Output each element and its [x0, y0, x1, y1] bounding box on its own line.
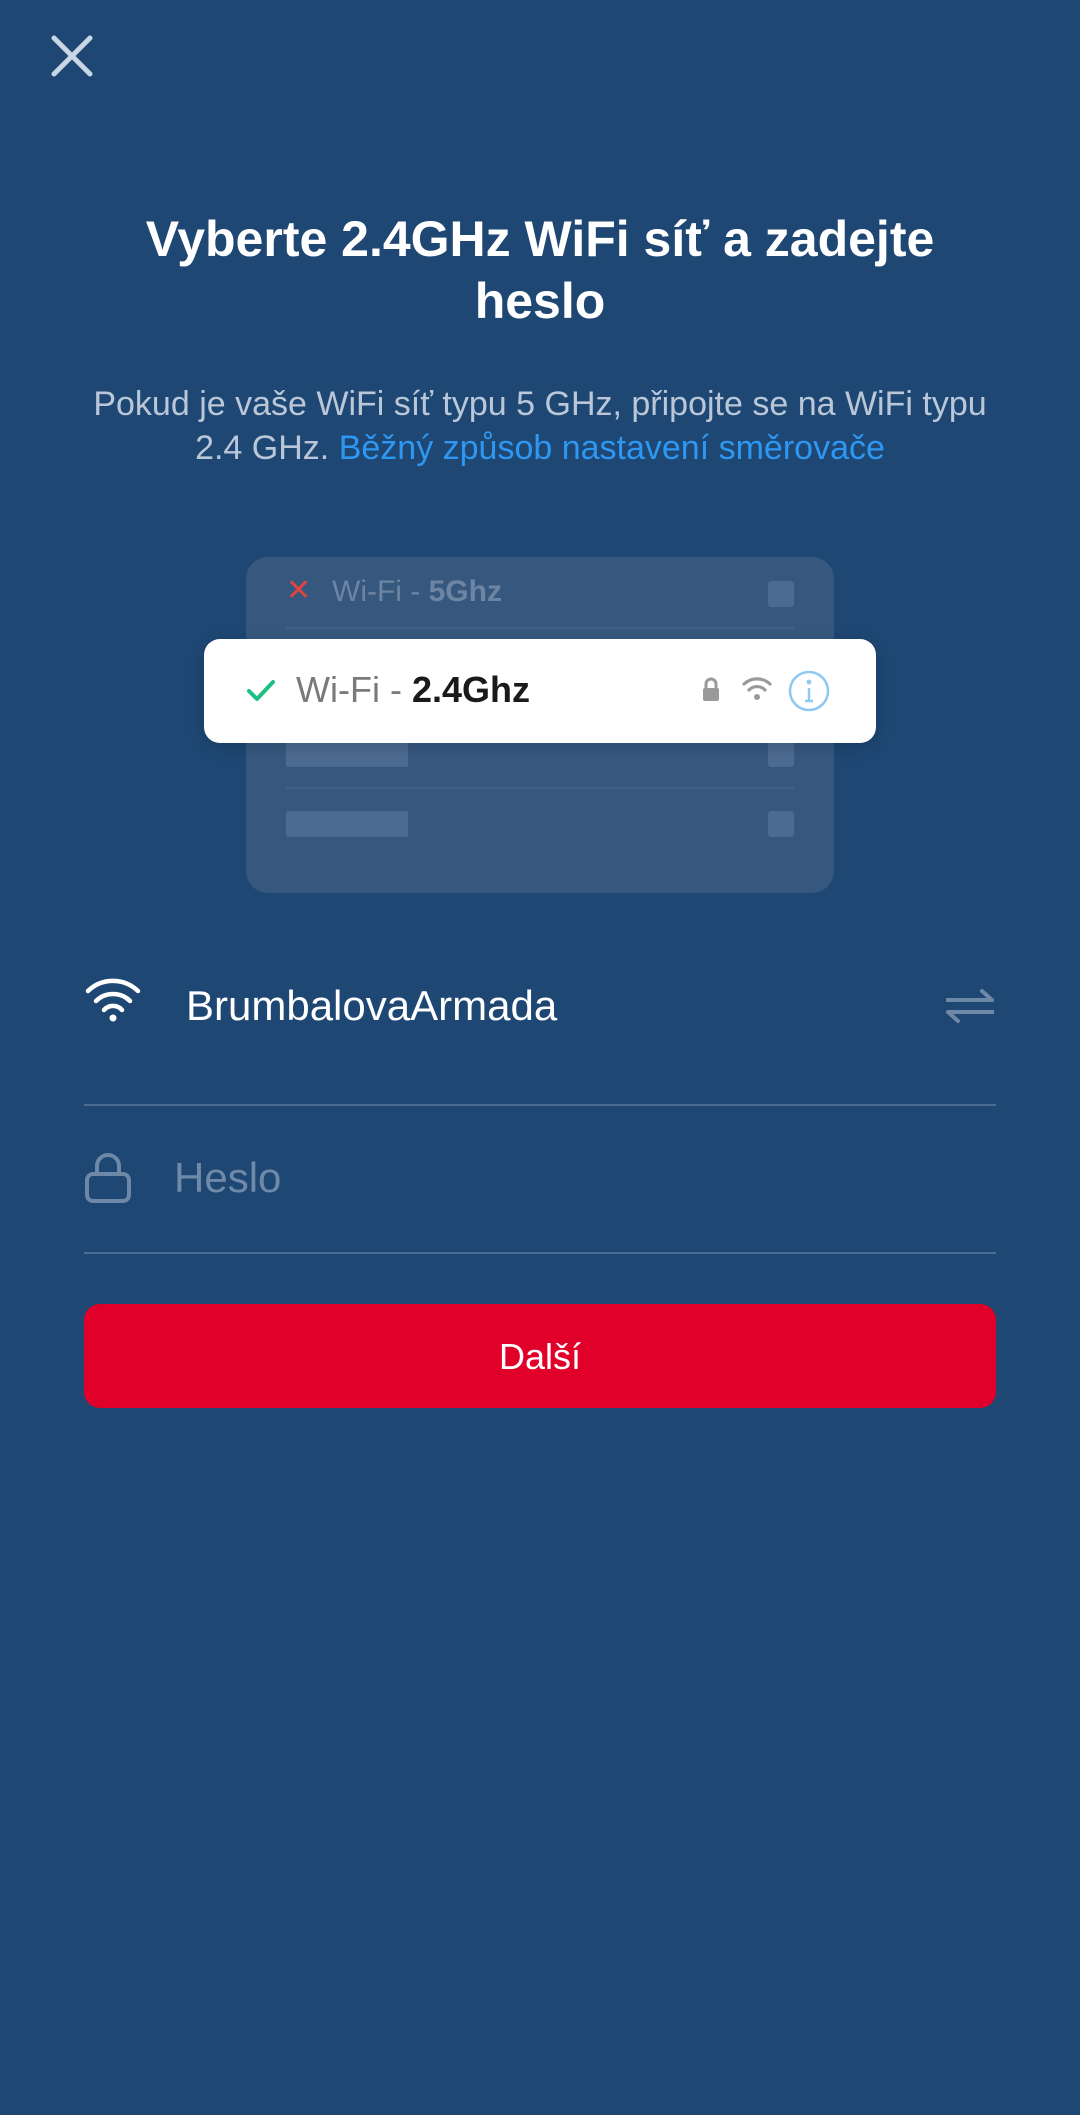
network-name: BrumbalovaArmada: [186, 982, 558, 1029]
lock-icon: [703, 677, 719, 701]
illustration-row-5ghz-label: Wi-Fi - 5Ghz: [332, 575, 502, 609]
x-icon: ✕: [286, 574, 312, 607]
illustration-row-5ghz: ✕ Wi-Fi - 5Ghz: [286, 557, 794, 629]
close-icon: [51, 35, 93, 77]
password-field-row: [84, 1106, 996, 1254]
router-setup-link[interactable]: Běžný způsob nastavení směrovače: [339, 429, 885, 467]
illustration-row-24ghz: Wi-Fi - 2.4Ghz: [204, 639, 876, 743]
band-24ghz: 2.4Ghz: [411, 669, 530, 710]
band-5ghz: 5Ghz: [428, 575, 502, 608]
illustration-row-24ghz-label: Wi-Fi - 2.4Ghz: [296, 669, 530, 711]
wifi-icon: [85, 978, 141, 1022]
wifi-prefix-5: Wi-Fi -: [332, 575, 429, 608]
wifi-setup-screen: Vyberte 2.4GHz WiFi síť a zadejte heslo …: [0, 0, 1080, 2115]
info-icon: [788, 670, 830, 712]
next-button[interactable]: Další: [84, 1304, 996, 1408]
wifi-prefix-24: Wi-Fi -: [296, 669, 412, 710]
network-selector[interactable]: BrumbalovaArmada: [84, 960, 996, 1106]
password-input[interactable]: [172, 1142, 976, 1214]
wifi-signal-icon: [742, 677, 772, 700]
illustration-row-placeholder: [286, 787, 794, 857]
page-title: Vyberte 2.4GHz WiFi síť a zadejte heslo: [145, 211, 935, 329]
close-button[interactable]: [46, 30, 98, 82]
placeholder-square: [768, 581, 794, 607]
placeholder-square: [768, 811, 794, 837]
lock-icon: [85, 1153, 131, 1203]
placeholder-square: [768, 741, 794, 767]
placeholder-bar: [286, 741, 408, 767]
instruction-text: Pokud je vaše WiFi síť typu 5 GHz, připo…: [80, 382, 1000, 470]
placeholder-bar: [286, 811, 408, 837]
switch-network-icon[interactable]: [944, 988, 996, 1024]
check-icon: [247, 680, 275, 701]
